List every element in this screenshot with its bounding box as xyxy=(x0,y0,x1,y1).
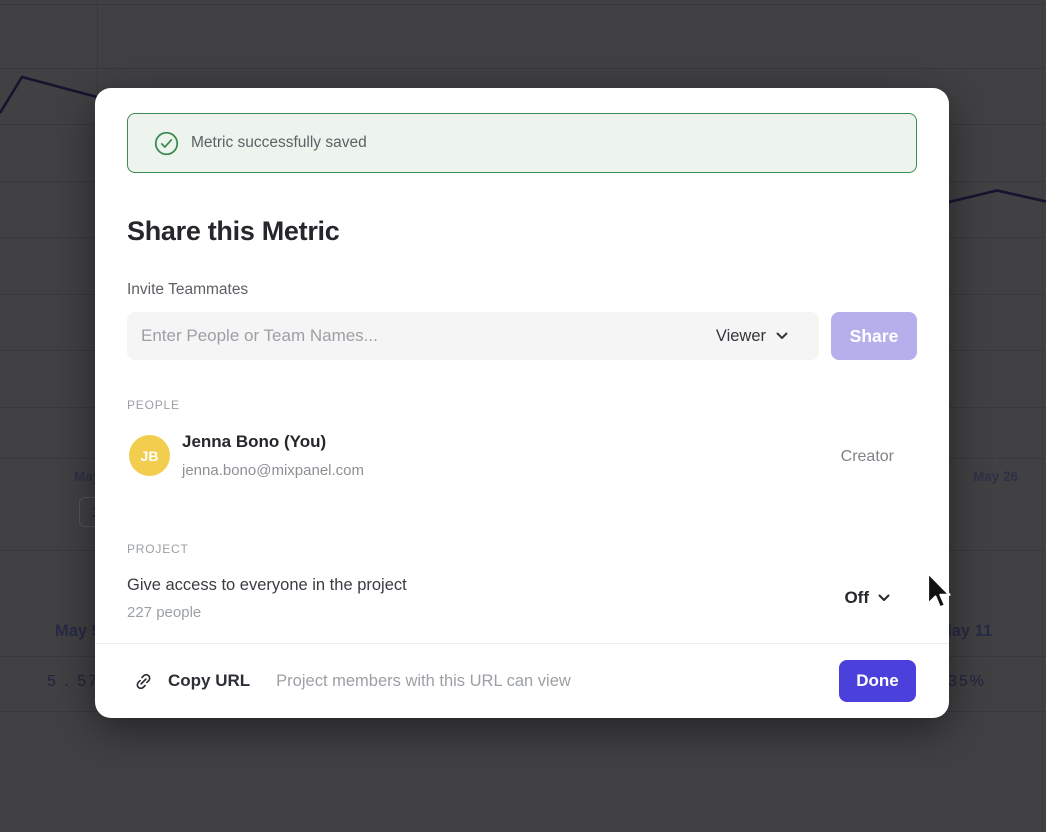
done-button[interactable]: Done xyxy=(839,660,916,702)
project-access-toggle-label: Off xyxy=(844,588,869,608)
success-toast: Metric successfully saved xyxy=(127,113,917,173)
modal-footer: Copy URL Project members with this URL c… xyxy=(95,643,949,718)
url-permission-hint: Project members with this URL can view xyxy=(276,672,571,691)
project-access-toggle[interactable]: Off xyxy=(844,588,890,608)
role-selector[interactable]: Viewer xyxy=(716,312,788,360)
mouse-cursor xyxy=(924,571,952,615)
people-section-label: PEOPLE xyxy=(127,398,180,412)
copy-url-button[interactable]: Copy URL xyxy=(133,671,250,692)
project-section-label: PROJECT xyxy=(127,542,189,556)
share-modal: Metric successfully saved Share this Met… xyxy=(95,88,949,718)
role-selector-label: Viewer xyxy=(716,327,766,346)
copy-url-label: Copy URL xyxy=(168,671,250,691)
check-circle-icon xyxy=(154,131,179,156)
invite-teammates-label: Invite Teammates xyxy=(127,281,248,299)
modal-title: Share this Metric xyxy=(127,216,339,247)
project-access-count: 227 people xyxy=(127,604,201,621)
member-name: Jenna Bono (You) xyxy=(182,432,326,452)
share-button[interactable]: Share xyxy=(831,312,917,360)
chevron-down-icon xyxy=(878,594,890,602)
project-access-title: Give access to everyone in the project xyxy=(127,576,407,595)
avatar: JB xyxy=(129,435,170,476)
invite-row: Viewer Share xyxy=(127,312,917,360)
app-screen: May May 26 1 May 5 May 11 5 . 57% 35% Me… xyxy=(0,0,1046,832)
link-icon xyxy=(133,671,154,692)
member-role: Creator xyxy=(841,448,894,466)
toast-message: Metric successfully saved xyxy=(191,134,367,152)
chevron-down-icon xyxy=(776,332,788,340)
member-email: jenna.bono@mixpanel.com xyxy=(182,462,364,479)
